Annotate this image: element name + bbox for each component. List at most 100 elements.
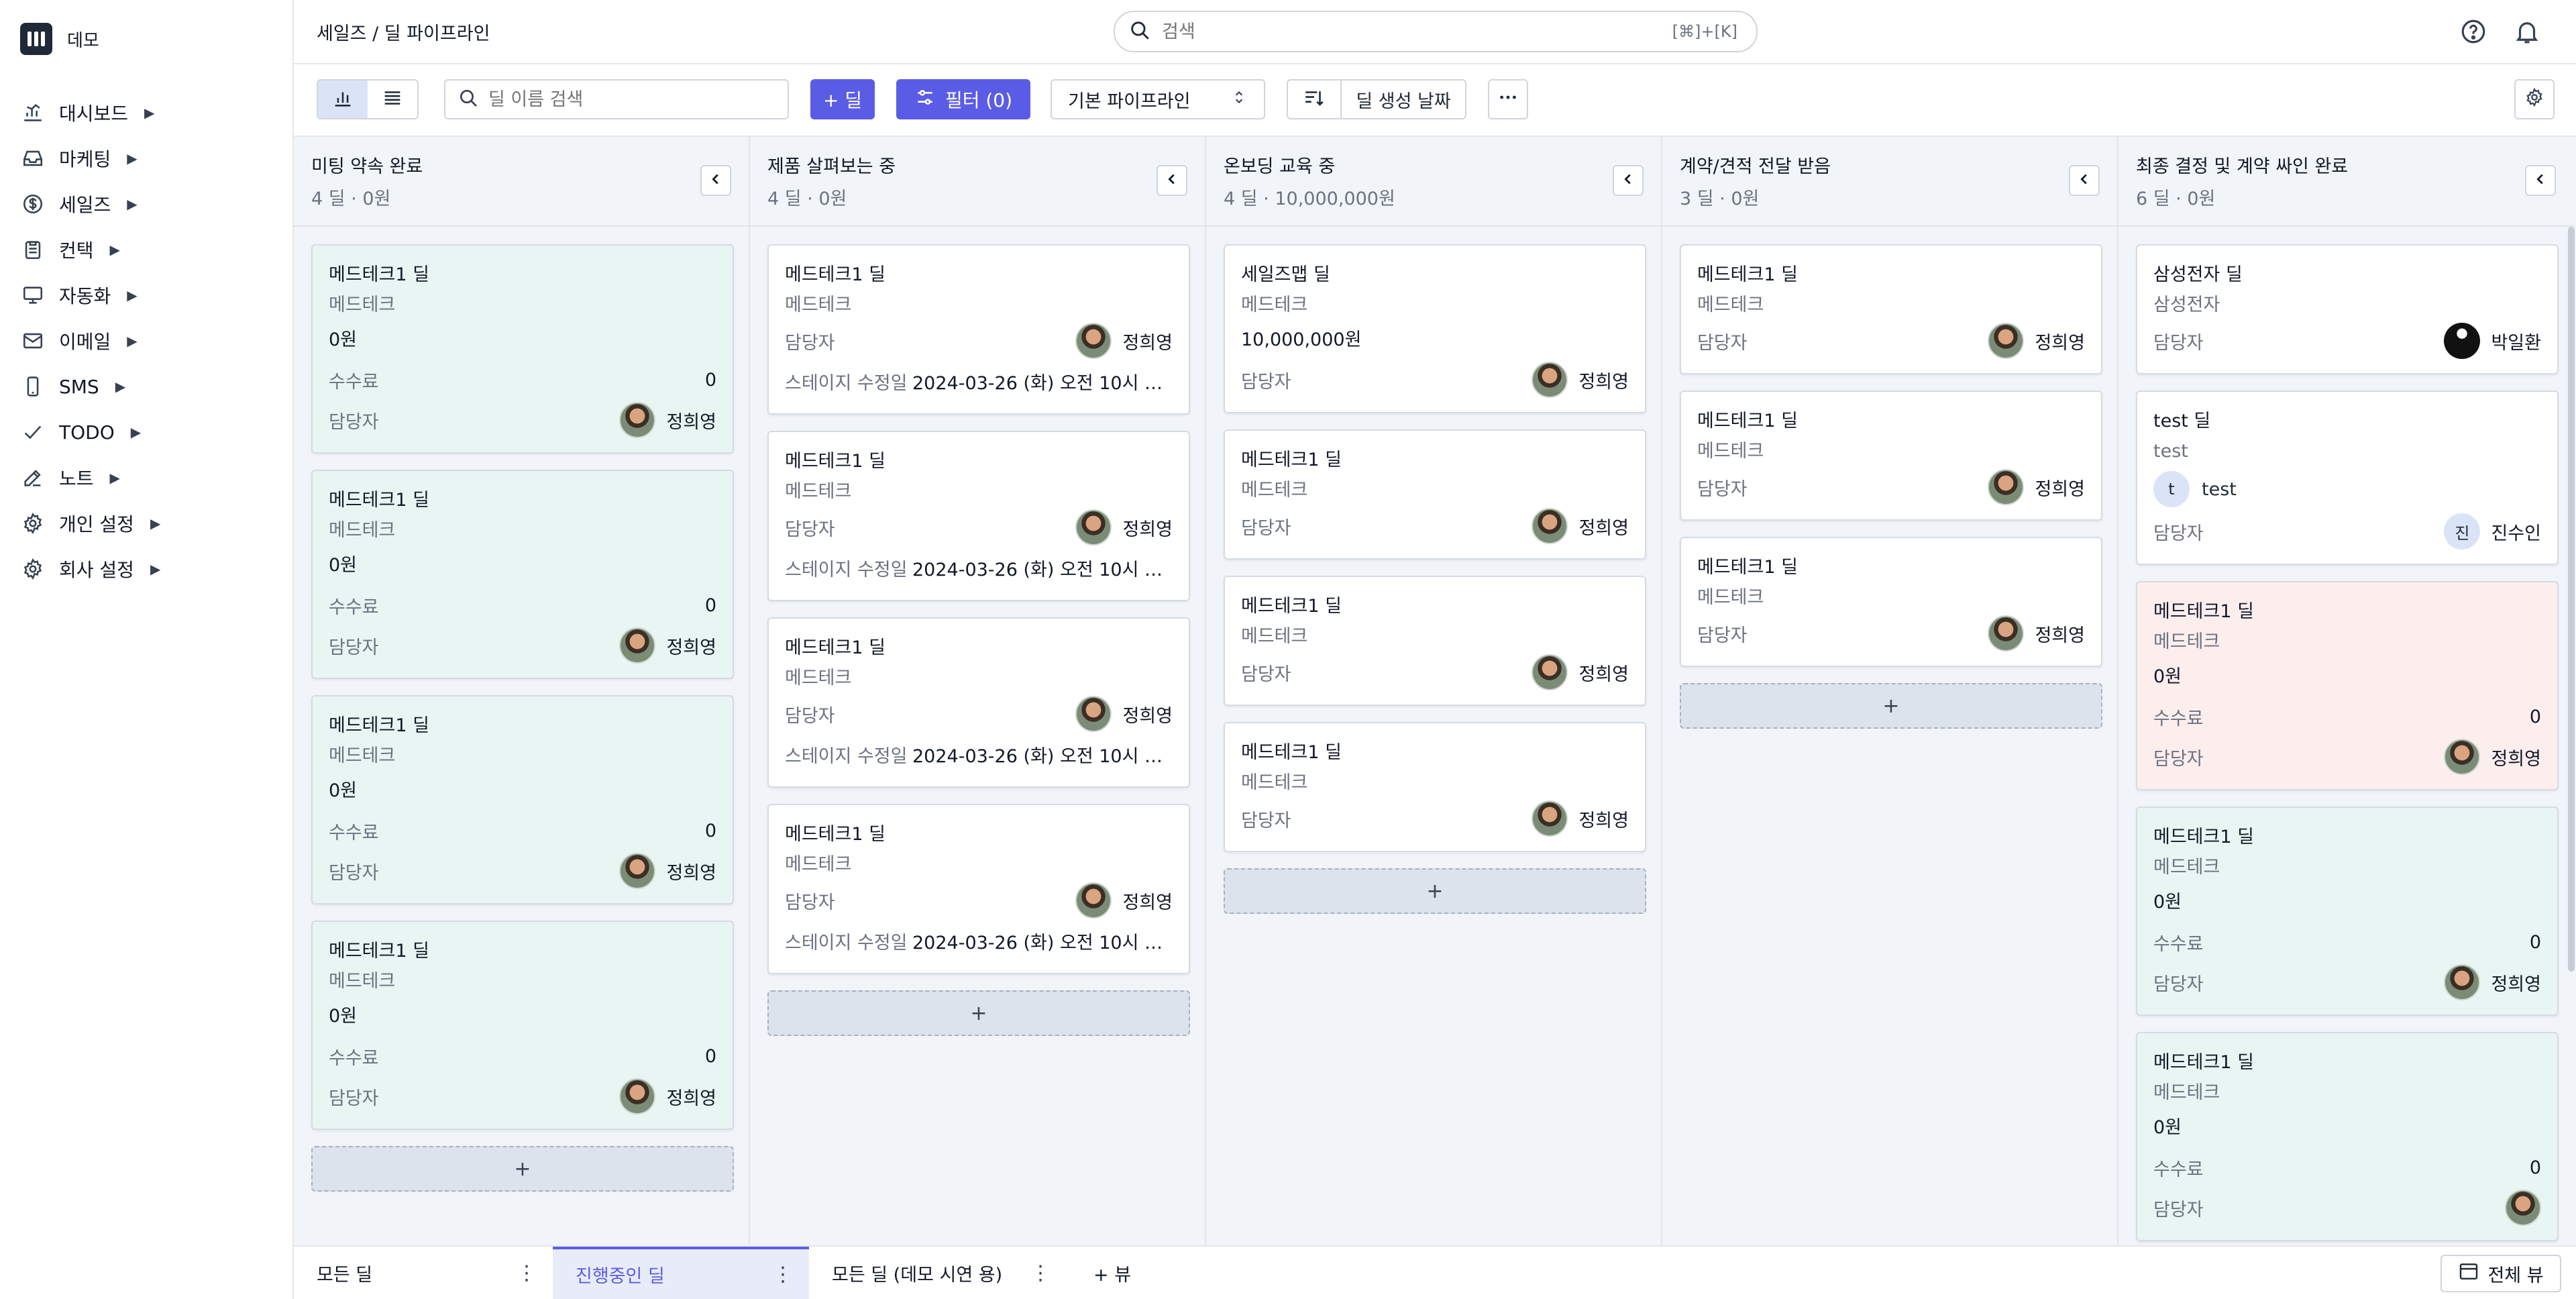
deal-card[interactable]: 메드테크1 딜 메드테크 담당자 정희영 (1680, 391, 2102, 521)
owner: 정희영 (619, 853, 716, 889)
filter-label: 필터 (0) (945, 89, 1013, 111)
collapse-column-button[interactable] (2069, 165, 2100, 196)
help-icon[interactable] (2458, 16, 2489, 47)
deal-card[interactable]: 메드테크1 딜 메드테크 담당자 정희영 (1680, 537, 2102, 667)
add-card-button[interactable]: + (767, 990, 1190, 1036)
collapse-column-button[interactable] (1613, 165, 1644, 196)
owner-row: 담당자 정희영 (1697, 467, 2085, 507)
sidebar-item-sales[interactable]: 세일즈 ▶ (20, 181, 160, 227)
full-view-label: 전체 뷰 (2487, 1265, 2544, 1286)
add-view-button[interactable]: + 뷰 (1093, 1247, 1131, 1299)
column-title: 온보딩 교육 중 (1224, 156, 1336, 177)
bell-icon[interactable] (2512, 16, 2542, 47)
deal-card[interactable]: 메드테크1 딜 메드테크 담당자 정희영 스테이지 수정일 2024-03-26 (… (767, 617, 1190, 788)
view-tab-active-deals[interactable]: 진행중인 딜 ⋮ (553, 1247, 809, 1299)
sort-direction-button[interactable] (1288, 81, 1342, 118)
column-scrollbar[interactable] (2568, 227, 2575, 972)
deal-company: 메드테크 (1697, 441, 1764, 462)
deal-card[interactable]: 메드테크1 딜 메드테크 담당자 정희영 (1680, 244, 2102, 374)
add-card-button[interactable]: + (1680, 683, 2102, 729)
sort-field-button[interactable]: 딜 생성 날짜 (1342, 81, 1465, 118)
deal-card[interactable]: 메드테크1 딜 메드테크 0원 수수료 0 담당자 정희영 (311, 470, 734, 679)
owner-row: 담당자 정희영 (1697, 613, 2085, 654)
view-tab-all-deals[interactable]: 모든 딜 ⋮ (294, 1247, 553, 1299)
owner: 정희영 (2444, 964, 2541, 1000)
sidebar-item-company-settings[interactable]: 회사 설정 ▶ (20, 546, 160, 592)
owner-row: 담당자 정희영 (329, 625, 716, 666)
filter-button[interactable]: 필터 (0) (896, 79, 1030, 119)
sidebar-item-notes[interactable]: 노트 ▶ (20, 455, 160, 501)
deal-amount: 0원 (2153, 1117, 2182, 1138)
avatar (619, 1078, 656, 1114)
deal-card[interactable]: 메드테크1 딜 메드테크 0원 수수료 0 담당자 정희영 (311, 921, 734, 1130)
mail-icon (20, 328, 46, 354)
column-header: 온보딩 교육 중 4 딜 · 10,000,000원 (1206, 137, 1661, 227)
deal-card[interactable]: 메드테크1 딜 메드테크 담당자 정희영 스테이지 수정일 2024-03-26 (… (767, 804, 1190, 974)
pipeline-select[interactable]: 기본 파이프라인 (1051, 79, 1265, 119)
owner-label: 담당자 (1241, 517, 1291, 539)
deal-card[interactable]: 삼성전자 딜 삼성전자 담당자 박일환 (2136, 244, 2559, 374)
collapse-column-button[interactable] (2525, 165, 2556, 196)
add-card-button[interactable]: + (1224, 868, 1646, 914)
deal-company: 메드테크 (1241, 626, 1308, 647)
owner-row: 담당자 박일환 (2153, 321, 2541, 361)
owner: 박일환 (2444, 323, 2541, 359)
sort-icon (1303, 87, 1326, 112)
gear-icon (20, 556, 46, 582)
deal-card[interactable]: 메드테크1 딜 메드테크 0원 수수료 0 담당자 (2136, 1032, 2559, 1241)
sidebar-item-sms[interactable]: SMS ▶ (20, 364, 160, 409)
collapse-column-button[interactable] (1157, 165, 1187, 196)
sidebar-item-personal-settings[interactable]: 개인 설정 ▶ (20, 501, 160, 546)
sidebar-item-marketing[interactable]: 마케팅 ▶ (20, 136, 160, 181)
deal-card[interactable]: 메드테크1 딜 메드테크 담당자 정희영 (1224, 429, 1646, 560)
deal-card[interactable]: 메드테크1 딜 메드테크 담당자 정희영 (1224, 722, 1646, 852)
global-search-input[interactable] (1162, 21, 1672, 42)
view-tab-demo-deals[interactable]: 모든 딜 (데모 시연 용) ⋮ (809, 1247, 1067, 1299)
sidebar-item-email[interactable]: 이메일 ▶ (20, 318, 160, 364)
deal-title: 메드테크1 딜 (1241, 450, 1342, 470)
deal-card[interactable]: 메드테크1 딜 메드테크 0원 수수료 0 담당자 정희영 (2136, 581, 2559, 790)
sidebar-item-contacts[interactable]: 컨택 ▶ (20, 227, 160, 272)
column-header: 최종 결정 및 계약 싸인 완료 6 딜 · 0원 (2118, 137, 2573, 227)
more-vertical-icon[interactable]: ⋮ (773, 1263, 793, 1286)
add-card-button[interactable]: + (311, 1146, 734, 1192)
deal-card[interactable]: 메드테크1 딜 메드테크 담당자 정희영 스테이지 수정일 2024-03-26 (… (767, 431, 1190, 601)
deal-card[interactable]: 메드테크1 딜 메드테크 0원 수수료 0 담당자 정희영 (311, 695, 734, 904)
deal-search[interactable] (444, 79, 789, 119)
avatar: 진 (2444, 513, 2481, 550)
deal-search-input[interactable] (488, 89, 775, 110)
sidebar-item-automation[interactable]: 자동화 ▶ (20, 272, 160, 318)
sidebar-item-label: 개인 설정 (59, 513, 134, 535)
more-vertical-icon[interactable]: ⋮ (517, 1261, 537, 1285)
fee-value: 0 (2529, 706, 2541, 727)
owner: 정희영 (1075, 696, 1173, 732)
collapse-column-button[interactable] (700, 165, 731, 196)
deal-card[interactable]: 메드테크1 딜 메드테크 담당자 정희영 (1224, 576, 1646, 706)
list-view-button[interactable] (368, 81, 417, 118)
full-view-button[interactable]: 전체 뷰 (2440, 1255, 2561, 1292)
board-view-button[interactable] (318, 81, 368, 118)
board-settings-button[interactable] (2514, 79, 2555, 119)
deal-company: 메드테크 (785, 481, 852, 502)
deal-title: 메드테크1 딜 (1241, 596, 1342, 617)
stage-modified-row: 스테이지 수정일 2024-03-26 (화) 오전 10시 55분 (785, 548, 1173, 588)
deal-card[interactable]: 메드테크1 딜 메드테크 0원 수수료 0 담당자 정희영 (2136, 807, 2559, 1016)
owner-name: 정희영 (666, 1088, 716, 1109)
deal-card[interactable]: 메드테크1 딜 메드테크 0원 수수료 0 담당자 정희영 (311, 244, 734, 454)
column-summary: 3 딜 · 0원 (1680, 189, 1760, 209)
deal-card[interactable]: test 딜 test t test 담당자 진 진수인 (2136, 391, 2559, 565)
brand[interactable]: 데모 (20, 23, 99, 55)
avatar (1532, 508, 1568, 544)
sidebar-item-todo[interactable]: TODO ▶ (20, 409, 160, 455)
more-vertical-icon[interactable]: ⋮ (1030, 1261, 1051, 1285)
owner: 정희영 (1075, 882, 1173, 919)
deal-card[interactable]: 세일즈맵 딜 메드테크 10,000,000원 담당자 정희영 (1224, 244, 1646, 413)
add-deal-button[interactable]: + 딜 (810, 79, 875, 119)
deal-title: 메드테크1 딜 (329, 941, 429, 962)
column-header: 계약/견적 전달 받음 3 딜 · 0원 (1662, 137, 2117, 227)
sidebar-item-dashboard[interactable]: 대시보드 ▶ (20, 90, 160, 136)
deal-card[interactable]: 메드테크1 딜 메드테크 담당자 정희영 스테이지 수정일 2024-03-26 (… (767, 244, 1190, 415)
column-summary: 4 딜 · 10,000,000원 (1224, 189, 1395, 209)
global-search[interactable]: [⌘]+[K] (1114, 11, 1758, 52)
more-options-button[interactable] (1488, 79, 1528, 119)
